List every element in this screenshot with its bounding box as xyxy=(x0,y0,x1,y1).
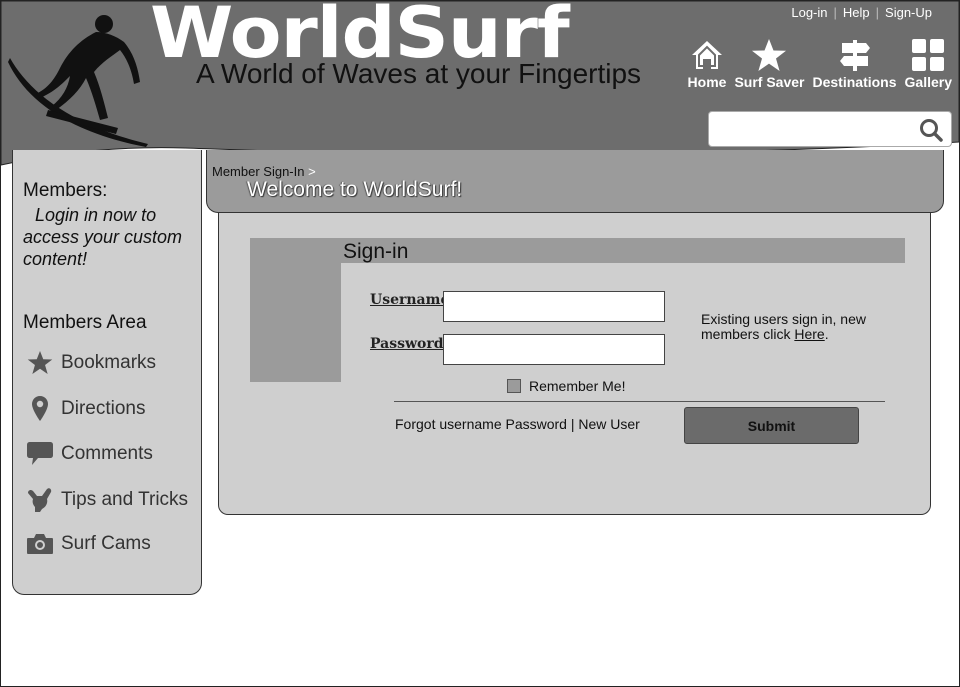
password-field[interactable] xyxy=(443,334,665,365)
sidebar-item-label: Surf Cams xyxy=(61,533,151,554)
signup-link[interactable]: Sign-Up xyxy=(879,5,938,20)
site-header: WorldSurf A World of Waves at your Finge… xyxy=(0,0,960,175)
forgot-username-link[interactable]: Forgot username xyxy=(395,416,502,432)
sidebar-item-directions[interactable]: Directions xyxy=(25,395,145,422)
separator: | xyxy=(570,416,575,432)
sidebar: Members: Login in now to access your cus… xyxy=(12,150,202,595)
signin-info-text: Existing users sign in, new members clic… xyxy=(701,311,866,342)
surfer-logo-icon xyxy=(8,15,148,147)
members-message: Login in now to access your custom conte… xyxy=(23,205,183,269)
signin-title: Sign-in xyxy=(343,240,409,263)
sidebar-item-surf-cams[interactable]: Surf Cams xyxy=(25,533,151,555)
main-nav: Home Surf Saver Destinations Gallery xyxy=(684,38,956,90)
map-pin-icon xyxy=(32,396,48,421)
sidebar-item-label: Tips and Tricks xyxy=(61,489,189,510)
signin-panel: Sign-in Username Password Existing users… xyxy=(218,213,931,515)
sidebar-item-label: Comments xyxy=(61,443,153,464)
nav-home[interactable]: Home xyxy=(684,38,731,90)
search-input[interactable] xyxy=(715,116,915,142)
checkbox-box[interactable] xyxy=(507,379,521,393)
breadcrumb: Member Sign-In > xyxy=(212,164,316,179)
signpost-icon xyxy=(839,40,870,71)
search-icon[interactable] xyxy=(919,118,943,142)
help-link[interactable]: Help xyxy=(837,5,876,20)
signin-info: Existing users sign in, new members clic… xyxy=(701,312,891,342)
divider xyxy=(394,401,885,402)
username-label: Username xyxy=(370,292,450,308)
star-icon xyxy=(752,39,787,71)
sidebar-item-label: Directions xyxy=(61,397,146,419)
breadcrumb-link[interactable]: Member Sign-In xyxy=(212,164,304,179)
sidebar-item-bookmarks[interactable]: Bookmarks xyxy=(25,350,156,375)
nav-destinations-label: Destinations xyxy=(812,74,897,90)
camera-icon xyxy=(27,534,53,554)
remember-me-checkbox[interactable]: Remember Me! xyxy=(507,378,625,394)
nav-surf-saver[interactable]: Surf Saver xyxy=(730,38,808,90)
sidebar-item-tips[interactable]: Tips and Tricks xyxy=(25,487,188,513)
page-title: Welcome to WorldSurf! xyxy=(247,178,463,201)
signin-info-end: . xyxy=(824,326,829,342)
members-area-title: Members Area xyxy=(23,312,147,333)
grid-icon xyxy=(912,39,945,71)
sidebar-item-comments[interactable]: Comments xyxy=(25,441,153,467)
login-link[interactable]: Log-in xyxy=(785,5,833,20)
new-user-link[interactable]: New User xyxy=(578,416,639,432)
image-placeholder xyxy=(250,238,341,382)
remember-me-label: Remember Me! xyxy=(529,378,626,394)
home-icon xyxy=(692,41,722,69)
breadcrumb-separator: > xyxy=(308,164,316,179)
nav-gallery[interactable]: Gallery xyxy=(901,38,956,90)
shaka-hand-icon xyxy=(28,488,52,512)
signin-header-bar xyxy=(341,238,905,263)
submit-button[interactable]: Submit xyxy=(684,407,859,444)
username-field[interactable] xyxy=(443,291,665,322)
forgot-password-link[interactable]: Password xyxy=(506,416,567,432)
speech-bubble-icon xyxy=(27,442,53,465)
password-label: Password xyxy=(370,336,444,352)
star-icon xyxy=(27,350,53,375)
nav-surf-saver-label: Surf Saver xyxy=(734,74,805,90)
title-bar: Member Sign-In > Welcome to WorldSurf! xyxy=(206,150,944,213)
top-links: Log-in | Help | Sign-Up xyxy=(785,5,938,20)
forgot-links: Forgot username Password | New User xyxy=(395,416,640,432)
sidebar-item-label: Bookmarks xyxy=(61,351,157,373)
here-link[interactable]: Here xyxy=(794,326,824,342)
members-title: Members: xyxy=(23,180,108,201)
nav-destinations[interactable]: Destinations xyxy=(809,38,901,90)
nav-gallery-label: Gallery xyxy=(904,74,952,90)
search-box xyxy=(708,111,952,147)
nav-home-label: Home xyxy=(687,74,727,90)
site-tagline: A World of Waves at your Fingertips xyxy=(196,58,642,89)
